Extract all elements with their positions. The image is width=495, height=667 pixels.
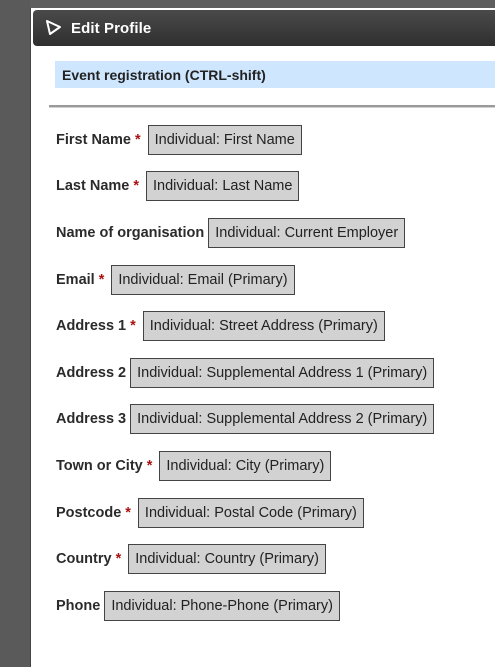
- field-row-country: Country * Individual: Country (Primary): [56, 543, 326, 575]
- field-row-address-3: Address 3 Individual: Supplemental Addre…: [56, 403, 435, 435]
- field-label: Last Name: [56, 178, 130, 194]
- field-token[interactable]: Individual: First Name: [147, 125, 302, 155]
- field-row-postcode: Postcode * Individual: Postal Code (Prim…: [56, 497, 364, 529]
- field-row-first-name: First Name * Individual: First Name: [56, 124, 302, 156]
- field-label: Address 2: [56, 365, 127, 381]
- field-row-email: Email * Individual: Email (Primary): [56, 264, 295, 296]
- field-token[interactable]: Individual: City (Primary): [159, 451, 332, 481]
- field-token[interactable]: Individual: Supplemental Address 1 (Prim…: [130, 358, 435, 388]
- field-token[interactable]: Individual: Street Address (Primary): [142, 311, 385, 341]
- field-row-address-2: Address 2 Individual: Supplemental Addre…: [56, 357, 435, 389]
- field-label: Address 3: [56, 411, 127, 427]
- field-token[interactable]: Individual: Phone-Phone (Primary): [104, 591, 340, 621]
- field-token[interactable]: Individual: Country (Primary): [128, 544, 326, 574]
- field-token[interactable]: Individual: Current Employer: [208, 218, 406, 248]
- required-marker: *: [133, 178, 139, 194]
- required-marker: *: [130, 318, 136, 334]
- backdrop: [0, 0, 30, 667]
- required-marker: *: [98, 272, 105, 288]
- required-marker: *: [134, 132, 141, 148]
- field-label: Email: [56, 272, 95, 288]
- pencil-edit-icon: [45, 19, 63, 37]
- field-row-phone: Phone Individual: Phone-Phone (Primary): [56, 590, 340, 622]
- field-row-last-name: Last Name * Individual: Last Name: [56, 170, 300, 202]
- required-marker: *: [146, 458, 153, 474]
- field-row-organisation: Name of organisation Individual: Current…: [56, 217, 406, 249]
- dialog-titlebar[interactable]: Edit Profile: [33, 10, 495, 46]
- field-token[interactable]: Individual: Last Name: [146, 171, 300, 201]
- field-label: Name of organisation: [56, 225, 205, 241]
- field-label: Address 1: [56, 318, 127, 334]
- field-label: Town or City: [56, 458, 143, 474]
- field-row-town-or-city: Town or City * Individual: City (Primary…: [56, 450, 332, 482]
- field-label: Postcode: [56, 505, 122, 521]
- field-token[interactable]: Individual: Email (Primary): [111, 265, 295, 295]
- required-marker: *: [125, 505, 131, 521]
- required-marker: *: [115, 551, 122, 567]
- dialog-title: Edit Profile: [71, 19, 152, 37]
- field-label: Phone: [56, 598, 101, 614]
- field-label: First Name: [56, 132, 131, 148]
- edit-profile-dialog: Edit Profile Event registration (CTRL-sh…: [30, 8, 495, 667]
- profile-banner: Event registration (CTRL-shift): [55, 61, 495, 88]
- divider: [49, 105, 495, 108]
- field-token[interactable]: Individual: Supplemental Address 2 (Prim…: [130, 404, 435, 434]
- field-row-address-1: Address 1 * Individual: Street Address (…: [56, 310, 385, 342]
- field-token[interactable]: Individual: Postal Code (Primary): [137, 498, 364, 528]
- field-label: Country: [56, 551, 112, 567]
